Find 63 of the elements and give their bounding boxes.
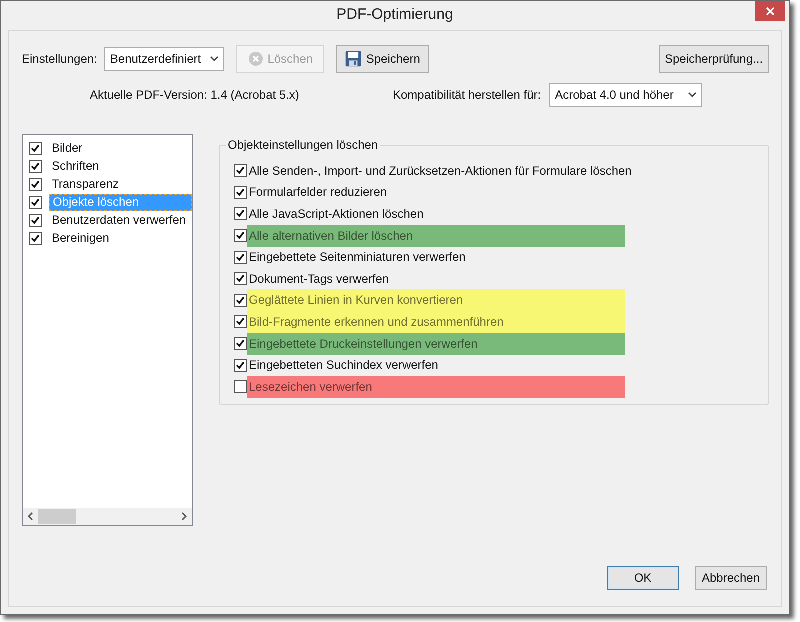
close-circle-icon [248, 51, 264, 67]
option-label: Lesezeichen verwerfen [247, 376, 625, 398]
checkbox[interactable] [234, 337, 247, 350]
settings-label: Einstellungen: [22, 51, 98, 68]
checkbox[interactable] [234, 358, 247, 372]
category-item[interactable]: Transparenz [49, 176, 119, 192]
category-item[interactable]: Schriften [49, 158, 100, 174]
option-label: Dokument-Tags verwerfen [248, 270, 390, 288]
close-button[interactable] [755, 1, 785, 21]
checkmark-icon [236, 166, 245, 176]
category-item[interactable]: Benutzerdaten verwerfen [49, 212, 186, 228]
chevron-down-icon [688, 92, 698, 98]
checkbox[interactable] [234, 164, 247, 178]
group-title: Objekteinstellungen löschen [226, 137, 380, 153]
checkbox[interactable] [234, 250, 247, 264]
checkmark-icon [236, 209, 245, 218]
checkbox[interactable] [234, 272, 247, 286]
option-label: Alle alternativen Bilder löschen [247, 224, 625, 247]
chevron-left-icon[interactable] [27, 512, 34, 521]
checkbox[interactable] [234, 229, 247, 242]
option-label: Eingebettete Druckeinstellungen verwerfen [247, 332, 625, 355]
option-label: Eingebetteten Suchindex verwerfen [248, 357, 438, 374]
checkbox[interactable] [29, 196, 42, 208]
checkbox[interactable] [29, 214, 42, 226]
checkbox[interactable] [234, 294, 247, 307]
checkmark-icon [236, 339, 245, 348]
scrollbar-thumb[interactable] [38, 509, 76, 524]
memory-check-button[interactable]: Speicherprüfung... [659, 45, 769, 73]
checkbox[interactable] [29, 160, 42, 172]
checkmark-icon [236, 252, 245, 262]
save-button[interactable]: Speichern [336, 45, 430, 73]
option-label: Bild-Fragmente erkennen und zusammenführen [247, 310, 625, 333]
category-item[interactable]: Bereinigen [49, 230, 110, 246]
checkmark-icon [236, 296, 245, 305]
close-icon [766, 6, 774, 16]
option-label: Alle Senden-, Import- und Zurücksetzen-Aktionen für Formulare löschen [248, 162, 632, 180]
checkbox[interactable] [234, 207, 247, 220]
checkmark-icon [236, 188, 245, 197]
option-label: Eingebettete Seitenminiaturen verwerfen [248, 249, 466, 266]
option-label: Alle JavaScript-Aktionen löschen [248, 206, 424, 223]
checkmark-icon [236, 317, 245, 326]
checkbox[interactable] [29, 142, 42, 154]
pdf-version-text: Aktuelle PDF-Version: 1.4 (Acrobat 5.x) [90, 87, 300, 104]
horizontal-scrollbar[interactable] [23, 508, 192, 525]
checkbox[interactable] [29, 178, 42, 190]
chevron-right-icon[interactable] [181, 512, 188, 521]
checkmark-icon [236, 274, 245, 284]
cancel-button[interactable]: Abbrechen [695, 566, 767, 590]
checkmark-icon [236, 231, 245, 240]
checkbox[interactable] [234, 186, 247, 199]
checkbox[interactable] [29, 232, 42, 244]
settings-dropdown[interactable]: Benutzerdefiniert [104, 47, 224, 71]
checkbox[interactable] [234, 380, 247, 394]
compatibility-dropdown[interactable]: Acrobat 4.0 und höher [549, 83, 702, 107]
option-label: Formularfelder reduzieren [248, 184, 388, 202]
compatibility-label: Kompatibilität herstellen für: [393, 87, 542, 104]
checkmark-icon [236, 360, 245, 370]
ok-button[interactable]: OK [607, 566, 679, 590]
window-title: PDF-Optimierung [336, 5, 454, 26]
checkbox[interactable] [234, 315, 247, 328]
option-label: Geglättete Linien in Kurven konvertieren [247, 289, 625, 312]
chevron-down-icon [210, 56, 220, 62]
category-item[interactable]: Bilder [49, 140, 83, 156]
